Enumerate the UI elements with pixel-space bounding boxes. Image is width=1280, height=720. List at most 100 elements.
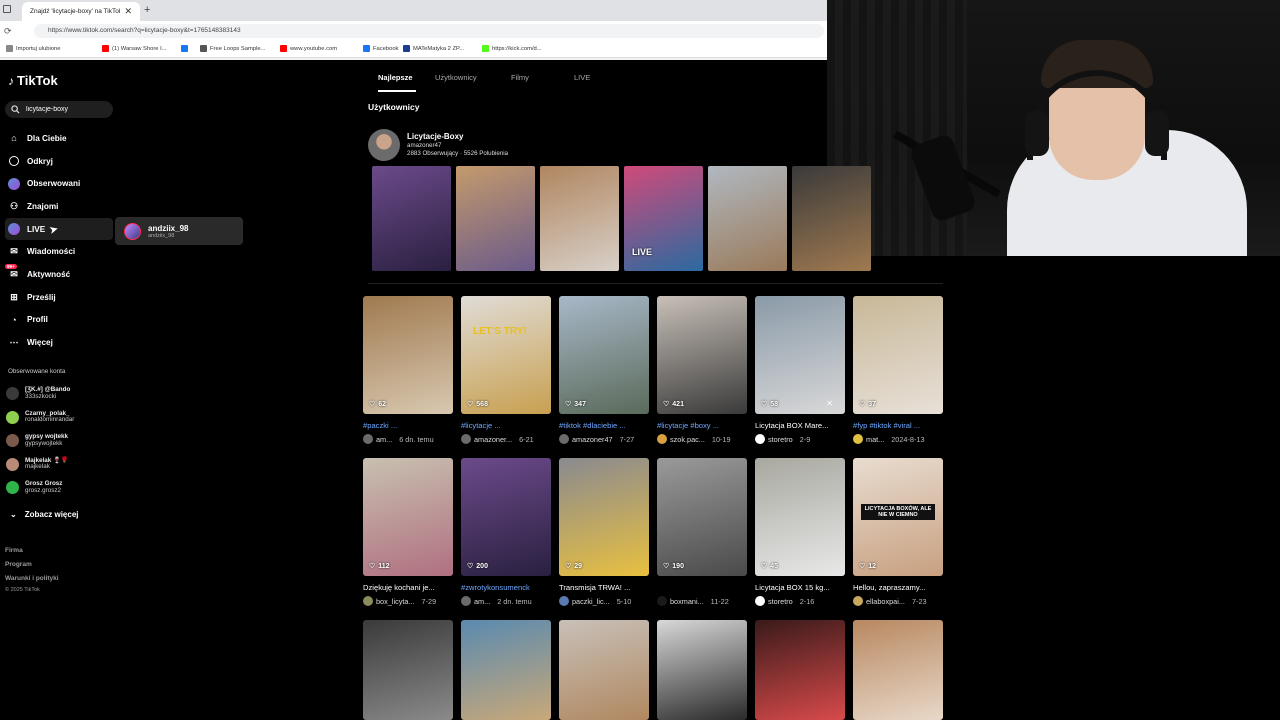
video-author[interactable]: amazoner... 6-21	[461, 434, 559, 444]
video-title[interactable]: Transmisja TRWA! ...	[559, 583, 651, 592]
video-thumbnail[interactable]	[755, 620, 845, 720]
video-thumbnail[interactable]: ♡ 62	[363, 296, 453, 414]
sidebar-item-aktywność[interactable]: ✉ 99+ Aktywność	[5, 263, 113, 286]
video-title[interactable]: Dziękuję kochani je...	[363, 583, 455, 592]
bookmark[interactable]	[181, 45, 191, 52]
address-bar[interactable]: https://www.tiktok.com/search?q=licytacj…	[34, 24, 824, 38]
video-thumbnail[interactable]: ♡ 200	[461, 458, 551, 576]
author-name: amazoner...	[474, 434, 513, 444]
video-author[interactable]: storetro 2-9	[755, 434, 853, 444]
video-author[interactable]: amazoner47 7-27	[559, 434, 657, 444]
video-date: 7-27	[619, 434, 635, 444]
profile-icon: ◔	[11, 314, 17, 325]
see-more-button[interactable]: ⌄ Zobacz więcej	[10, 510, 79, 519]
footer-link[interactable]: Program	[5, 558, 59, 572]
bookmark[interactable]: (1) Warsaw Shore I...	[102, 45, 167, 52]
close-tab-icon[interactable]: ✕	[124, 6, 132, 17]
video-author[interactable]: paczki_lic... 5-10	[559, 596, 657, 606]
bookmark[interactable]: www.youtube.com	[280, 45, 337, 52]
followed-account[interactable]: Grosz Grosz grosz.grosz2	[6, 476, 116, 500]
reload-icon[interactable]: ⟳	[4, 26, 12, 37]
tab-najlepsze[interactable]: Najlepsze	[378, 73, 413, 82]
video-thumbnail[interactable]: ♡ 58 ✕	[755, 296, 845, 414]
video-title[interactable]: Hellou, zapraszamy...	[853, 583, 945, 592]
video-thumbnail[interactable]	[461, 620, 551, 720]
video-author[interactable]: storetro 2-16	[755, 596, 853, 606]
tiktok-logo[interactable]: ♪ TikTok	[8, 73, 58, 88]
sidebar-item-obserwowani[interactable]: Obserwowani	[5, 172, 113, 195]
footer-link[interactable]: Warunki i polityki	[5, 572, 59, 586]
avatar	[657, 434, 667, 444]
video-thumbnail[interactable]: ♡ 421	[657, 296, 747, 414]
video-thumbnail[interactable]: ♡ 112	[363, 458, 453, 576]
user-result[interactable]: Licytacje-Boxy amazoner47 2883 Obserwują…	[368, 127, 508, 163]
search-input[interactable]	[26, 106, 106, 113]
live-icon	[8, 223, 20, 236]
followed-account[interactable]: [ƷK.#] @Bando 333szkocki	[6, 382, 116, 406]
followed-account[interactable]: Czarny_polak_ ronaldominrandar	[6, 406, 116, 430]
bookmark[interactable]: Free Loops Sample...	[200, 45, 265, 52]
sidebar-item-więcej[interactable]: ⋯ Więcej	[5, 331, 113, 354]
bookmark[interactable]: https://kick.com/d...	[482, 45, 542, 52]
like-number: 12	[868, 562, 877, 570]
video-date: 2024-8-13	[891, 434, 925, 444]
sidebar-item-profil[interactable]: ◔ Profil	[5, 309, 113, 332]
bookmark[interactable]: Facebook	[363, 45, 398, 52]
video-title[interactable]: #licytacje ...	[461, 421, 553, 430]
video-thumbnail[interactable]: ♡ 190	[657, 458, 747, 576]
video-title[interactable]: #licytacje #boxy ...	[657, 421, 749, 430]
live-account-popup[interactable]: andziix_98 andziix_98	[115, 217, 243, 245]
video-thumbnail[interactable]	[456, 166, 535, 271]
video-author[interactable]: box_licyta... 7-29	[363, 596, 461, 606]
video-thumbnail[interactable]	[363, 620, 453, 720]
video-thumbnail[interactable]	[708, 166, 787, 271]
video-thumbnail[interactable]: LET'S TRY! ♡ 568	[461, 296, 551, 414]
video-thumbnail[interactable]: LIVE	[624, 166, 703, 271]
video-thumbnail[interactable]: ♡ 45	[755, 458, 845, 576]
bookmark-label: Free Loops Sample...	[210, 45, 266, 52]
video-author[interactable]: boxmani... 11-22	[657, 596, 755, 606]
author-name: ellaboxpai...	[866, 596, 905, 606]
followed-account[interactable]: gypsy wojtekk gypsywojtekk	[6, 429, 116, 453]
video-title[interactable]: #tiktok #dlaciebie ...	[559, 421, 651, 430]
video-author[interactable]: mat... 2024-8-13	[853, 434, 951, 444]
video-thumbnail[interactable]	[657, 620, 747, 720]
video-author[interactable]: am... 6 dn. temu	[363, 434, 461, 444]
tab-live[interactable]: LIVE	[574, 73, 590, 82]
video-thumbnail[interactable]	[540, 166, 619, 271]
video-author[interactable]: ellaboxpai... 7-23	[853, 596, 951, 606]
video-thumbnail[interactable]: ♡ 347	[559, 296, 649, 414]
footer-link[interactable]: Firma	[5, 544, 59, 558]
video-title[interactable]: #paczki ...	[363, 421, 455, 430]
sidebar-item-odkryj[interactable]: Odkryj	[5, 150, 113, 173]
video-thumbnail[interactable]: ♡ 29	[559, 458, 649, 576]
browser-tab[interactable]: Znajdź 'licytacje-boxy' na TikTok | ✕	[22, 2, 140, 21]
mute-icon[interactable]: ✕	[826, 399, 833, 408]
tab-search-icon[interactable]	[3, 5, 11, 13]
tab-użytkownicy[interactable]: Użytkownicy	[435, 73, 477, 82]
followed-account[interactable]: Majkelak 🍷🌹 majkelak	[6, 453, 116, 477]
sidebar-item-znajomi[interactable]: ⚇ Znajomi	[5, 195, 113, 218]
sidebar-item-prześlij[interactable]: ⊞ Prześlij	[5, 286, 113, 309]
video-title[interactable]: #zwrotykonsumenck	[461, 583, 553, 592]
video-thumbnail[interactable]	[853, 620, 943, 720]
video-thumbnail[interactable]	[559, 620, 649, 720]
video-thumbnail[interactable]	[792, 166, 871, 271]
sidebar-item-wiadomości[interactable]: ✉ Wiadomości	[5, 240, 113, 263]
new-tab-button[interactable]: +	[144, 4, 150, 16]
video-thumbnail[interactable]: LICYTACJA BOXÓW, ALE NIE W CIEMNO ♡ 12	[853, 458, 943, 576]
video-thumbnail[interactable]	[372, 166, 451, 271]
sidebar-item-dla ciebie[interactable]: ⌂ Dla Ciebie	[5, 127, 113, 150]
video-author[interactable]: am... 2 dn. temu	[461, 596, 559, 606]
video-title[interactable]: Licytacja BOX Mare...	[755, 421, 847, 430]
bookmark[interactable]: MATeMatyka 2 ZP...	[403, 45, 464, 52]
tab-filmy[interactable]: Filmy	[511, 73, 529, 82]
search-box[interactable]	[5, 101, 113, 118]
video-author[interactable]: szok.pac... 10-19	[657, 434, 755, 444]
video-title[interactable]: Licytacja BOX 15 kg...	[755, 583, 847, 592]
video-title[interactable]: #fyp #tiktok #viral ...	[853, 421, 945, 430]
bookmark-label: www.youtube.com	[290, 45, 338, 52]
sidebar-item-live[interactable]: LIVE	[5, 217, 113, 241]
bookmark[interactable]: Importuj ulubione	[6, 45, 60, 52]
video-thumbnail[interactable]: ♡ 37	[853, 296, 943, 414]
